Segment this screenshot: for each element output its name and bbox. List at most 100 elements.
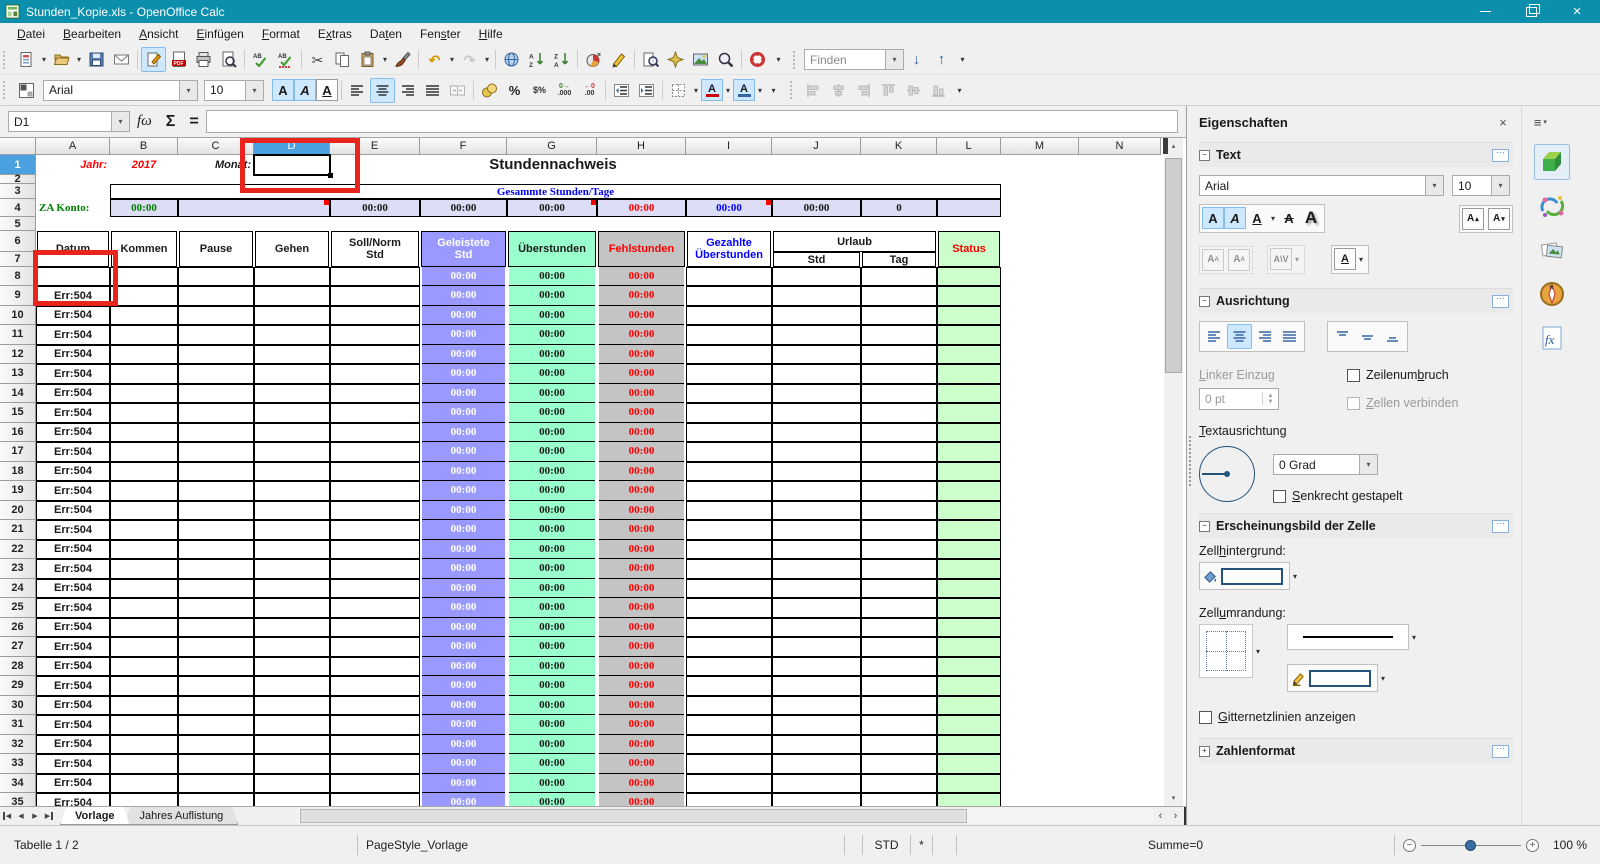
sidebar-tab-properties[interactable] bbox=[1534, 144, 1570, 180]
cell-C33[interactable] bbox=[178, 754, 254, 774]
cell-F34[interactable]: 00:00 bbox=[422, 774, 505, 794]
menu-fenster[interactable]: Fenster bbox=[411, 25, 470, 43]
row-header-14[interactable]: 14 bbox=[0, 384, 36, 404]
cell-G28[interactable]: 00:00 bbox=[509, 657, 595, 677]
cell-L24[interactable] bbox=[937, 579, 1001, 599]
cell-I26[interactable] bbox=[686, 618, 772, 638]
cell-D8[interactable] bbox=[254, 267, 330, 286]
cell-D23[interactable] bbox=[254, 559, 330, 579]
font-color-dropdown[interactable]: ▾ bbox=[723, 79, 733, 102]
menu-format[interactable]: Format bbox=[253, 25, 309, 43]
decrease-font-size-button[interactable]: A▾ bbox=[1488, 208, 1510, 230]
cell-C21[interactable] bbox=[178, 520, 254, 540]
cell-L32[interactable] bbox=[937, 735, 1001, 755]
cell-K10[interactable] bbox=[861, 306, 937, 326]
currency-format-button[interactable] bbox=[477, 78, 502, 103]
cell-K17[interactable] bbox=[861, 442, 937, 462]
cell-B17[interactable] bbox=[110, 442, 178, 462]
cell-I30[interactable] bbox=[686, 696, 772, 716]
borders-button[interactable] bbox=[666, 78, 691, 103]
cell-F9[interactable]: 00:00 bbox=[422, 286, 505, 306]
row-header-29[interactable]: 29 bbox=[0, 676, 36, 696]
cell-L23[interactable] bbox=[937, 559, 1001, 579]
cell-I21[interactable] bbox=[686, 520, 772, 540]
section-cell-appearance[interactable]: − Erscheinungsbild der Zelle ··· bbox=[1199, 513, 1513, 538]
column-header-M[interactable]: M bbox=[1001, 138, 1079, 155]
cell-J15[interactable] bbox=[772, 403, 861, 423]
sidebar-underline-dropdown[interactable]: ▾ bbox=[1268, 207, 1278, 230]
cell-D10[interactable] bbox=[254, 306, 330, 326]
align-vcenter-button[interactable] bbox=[1355, 324, 1380, 349]
scroll-right-arrow[interactable]: › bbox=[1168, 809, 1183, 823]
cell-A14[interactable]: Err:504 bbox=[36, 384, 110, 404]
cell-G24[interactable]: 00:00 bbox=[509, 579, 595, 599]
name-box[interactable]: D1 ▾ bbox=[8, 111, 130, 132]
help-button[interactable] bbox=[745, 47, 770, 72]
cell-F30[interactable]: 00:00 bbox=[422, 696, 505, 716]
percent-format-button[interactable]: % bbox=[502, 78, 527, 103]
cell-A6[interactable]: Datum bbox=[37, 231, 109, 267]
cell-G4[interactable]: 00:00 bbox=[507, 199, 597, 217]
cell-F1[interactable]: Stundennachweis bbox=[420, 155, 686, 175]
cell-I14[interactable] bbox=[686, 384, 772, 404]
menu-extras[interactable]: Extras bbox=[309, 25, 361, 43]
cell-E9[interactable] bbox=[330, 286, 420, 306]
cell-A11[interactable]: Err:504 bbox=[36, 325, 110, 345]
cell-C1[interactable]: Monat: bbox=[178, 155, 254, 175]
cell-C12[interactable] bbox=[178, 345, 254, 365]
next-sheet-button[interactable]: ▶ bbox=[28, 809, 42, 823]
cell-E34[interactable] bbox=[330, 774, 420, 794]
cell-F15[interactable]: 00:00 bbox=[422, 403, 505, 423]
cell-L35[interactable] bbox=[937, 793, 1001, 806]
font-size-dropdown[interactable]: ▾ bbox=[245, 81, 263, 100]
cell-B27[interactable] bbox=[110, 637, 178, 657]
row-header-17[interactable]: 17 bbox=[0, 442, 36, 462]
row-header-9[interactable]: 9 bbox=[0, 286, 36, 306]
cell-D16[interactable] bbox=[254, 423, 330, 443]
cell-K19[interactable] bbox=[861, 481, 937, 501]
cell-C6[interactable]: Pause bbox=[179, 231, 253, 267]
cell-G26[interactable]: 00:00 bbox=[509, 618, 595, 638]
cell-H26[interactable]: 00:00 bbox=[599, 618, 684, 638]
row-header-10[interactable]: 10 bbox=[0, 306, 36, 326]
sidebar-align-right-button[interactable] bbox=[1252, 324, 1277, 349]
font-name-combobox[interactable]: Arial ▾ bbox=[43, 80, 198, 101]
cell-L10[interactable] bbox=[937, 306, 1001, 326]
row-header-4[interactable]: 4 bbox=[0, 199, 36, 217]
superscript-button[interactable]: AA bbox=[1202, 249, 1224, 271]
cell-F14[interactable]: 00:00 bbox=[422, 384, 505, 404]
cell-J35[interactable] bbox=[772, 793, 861, 806]
cell-B29[interactable] bbox=[110, 676, 178, 696]
show-gridlines-checkbox[interactable]: Gitternetzlinien anzeigen bbox=[1199, 710, 1356, 724]
spellcheck-button[interactable]: AB bbox=[248, 47, 273, 72]
cell-A32[interactable]: Err:504 bbox=[36, 735, 110, 755]
cell-B33[interactable] bbox=[110, 754, 178, 774]
cell-H14[interactable]: 00:00 bbox=[599, 384, 684, 404]
cell-J20[interactable] bbox=[772, 501, 861, 521]
cell-I34[interactable] bbox=[686, 774, 772, 794]
cell-K22[interactable] bbox=[861, 540, 937, 560]
cell-L19[interactable] bbox=[937, 481, 1001, 501]
cell-C32[interactable] bbox=[178, 735, 254, 755]
cell-F26[interactable]: 00:00 bbox=[422, 618, 505, 638]
row-header-31[interactable]: 31 bbox=[0, 715, 36, 735]
cell-C10[interactable] bbox=[178, 306, 254, 326]
cell-I22[interactable] bbox=[686, 540, 772, 560]
find-next-button[interactable]: ↓ bbox=[904, 47, 929, 72]
cell-K23[interactable] bbox=[861, 559, 937, 579]
row-header-12[interactable]: 12 bbox=[0, 345, 36, 365]
cell-I16[interactable] bbox=[686, 423, 772, 443]
align-object-bottom-button[interactable] bbox=[926, 78, 951, 103]
cell-E26[interactable] bbox=[330, 618, 420, 638]
cell-G17[interactable]: 00:00 bbox=[509, 442, 595, 462]
align-right-button[interactable] bbox=[395, 78, 420, 103]
cell-H10[interactable]: 00:00 bbox=[599, 306, 684, 326]
sidebar-menu-icon[interactable]: ≡▾ bbox=[1534, 110, 1547, 134]
cell-G18[interactable]: 00:00 bbox=[509, 462, 595, 482]
row-header-7[interactable]: 7 bbox=[0, 252, 36, 267]
cell-H19[interactable]: 00:00 bbox=[599, 481, 684, 501]
cell-H30[interactable]: 00:00 bbox=[599, 696, 684, 716]
vertical-scroll-thumb[interactable] bbox=[1165, 158, 1182, 373]
cell-I17[interactable] bbox=[686, 442, 772, 462]
cell-D25[interactable] bbox=[254, 598, 330, 618]
